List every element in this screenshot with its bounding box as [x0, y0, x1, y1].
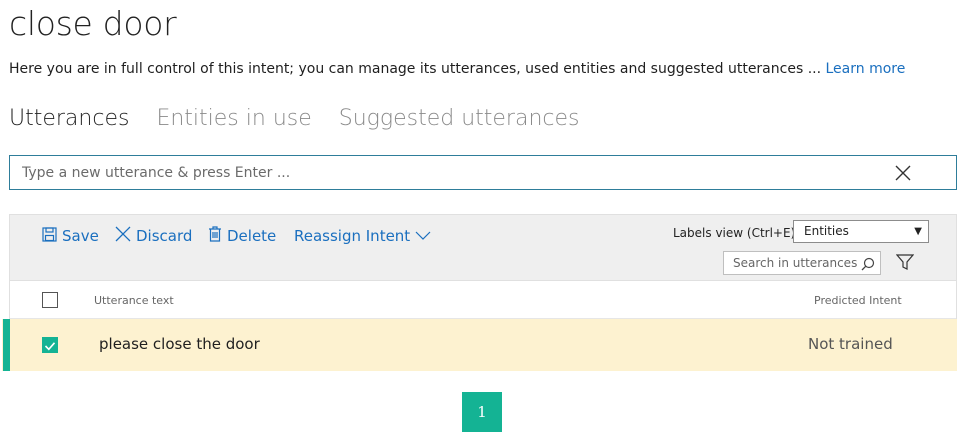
filter-icon[interactable]: [895, 253, 915, 275]
search-icon[interactable]: [861, 256, 875, 275]
column-header-utterance: Utterance text: [94, 294, 174, 307]
tab-bar: Utterances Entities in use Suggested utt…: [9, 106, 607, 131]
labels-view-value: Entities: [804, 224, 849, 238]
grid-toolbar: Save Discard Delete Reassign Intent Labe…: [10, 215, 956, 281]
labels-view-select[interactable]: Entities ▼: [793, 220, 929, 243]
labels-view-label: Labels view (Ctrl+E):: [673, 226, 800, 240]
tab-utterances[interactable]: Utterances: [9, 106, 129, 131]
save-label: Save: [62, 227, 99, 245]
select-all-checkbox[interactable]: [42, 292, 58, 308]
search-utterances-box: [723, 251, 881, 275]
discard-icon: [115, 226, 136, 246]
dropdown-caret-icon: ▼: [914, 226, 922, 237]
delete-icon: [208, 226, 227, 246]
discard-label: Discard: [136, 227, 193, 245]
reassign-intent-label: Reassign Intent: [294, 227, 411, 245]
column-header-predicted-intent: Predicted Intent: [814, 294, 902, 307]
learn-more-link[interactable]: Learn more: [826, 61, 906, 77]
save-button[interactable]: Save: [42, 225, 99, 247]
row-checkbox[interactable]: [42, 337, 58, 353]
pagination-page-button[interactable]: 1: [462, 392, 502, 432]
tab-entities-in-use[interactable]: Entities in use: [156, 106, 311, 131]
save-icon: [42, 226, 62, 246]
checkmark-icon: [44, 342, 56, 351]
table-header-row: Utterance text Predicted Intent: [10, 281, 956, 319]
close-icon[interactable]: [894, 164, 912, 182]
utterance-input[interactable]: [10, 156, 956, 189]
tab-suggested-utterances[interactable]: Suggested utterances: [339, 106, 580, 131]
utterance-text[interactable]: please close the door: [99, 335, 260, 353]
delete-button[interactable]: Delete: [208, 225, 276, 247]
utterances-grid: Save Discard Delete Reassign Intent Labe…: [2, 214, 957, 371]
reassign-intent-button[interactable]: Reassign Intent: [294, 225, 436, 247]
predicted-intent: Not trained: [808, 335, 893, 353]
search-utterances-input[interactable]: [724, 252, 880, 274]
table-row[interactable]: please close the door Not trained: [2, 319, 957, 371]
discard-button[interactable]: Discard: [115, 225, 192, 247]
description-text: Here you are in full control of this int…: [9, 61, 826, 77]
chevron-down-icon: [415, 227, 436, 245]
utterance-input-container: [9, 155, 957, 190]
page-description: Here you are in full control of this int…: [9, 61, 905, 77]
page-title: close door: [9, 4, 177, 43]
selected-row-indicator: [3, 319, 10, 371]
delete-label: Delete: [227, 227, 277, 245]
